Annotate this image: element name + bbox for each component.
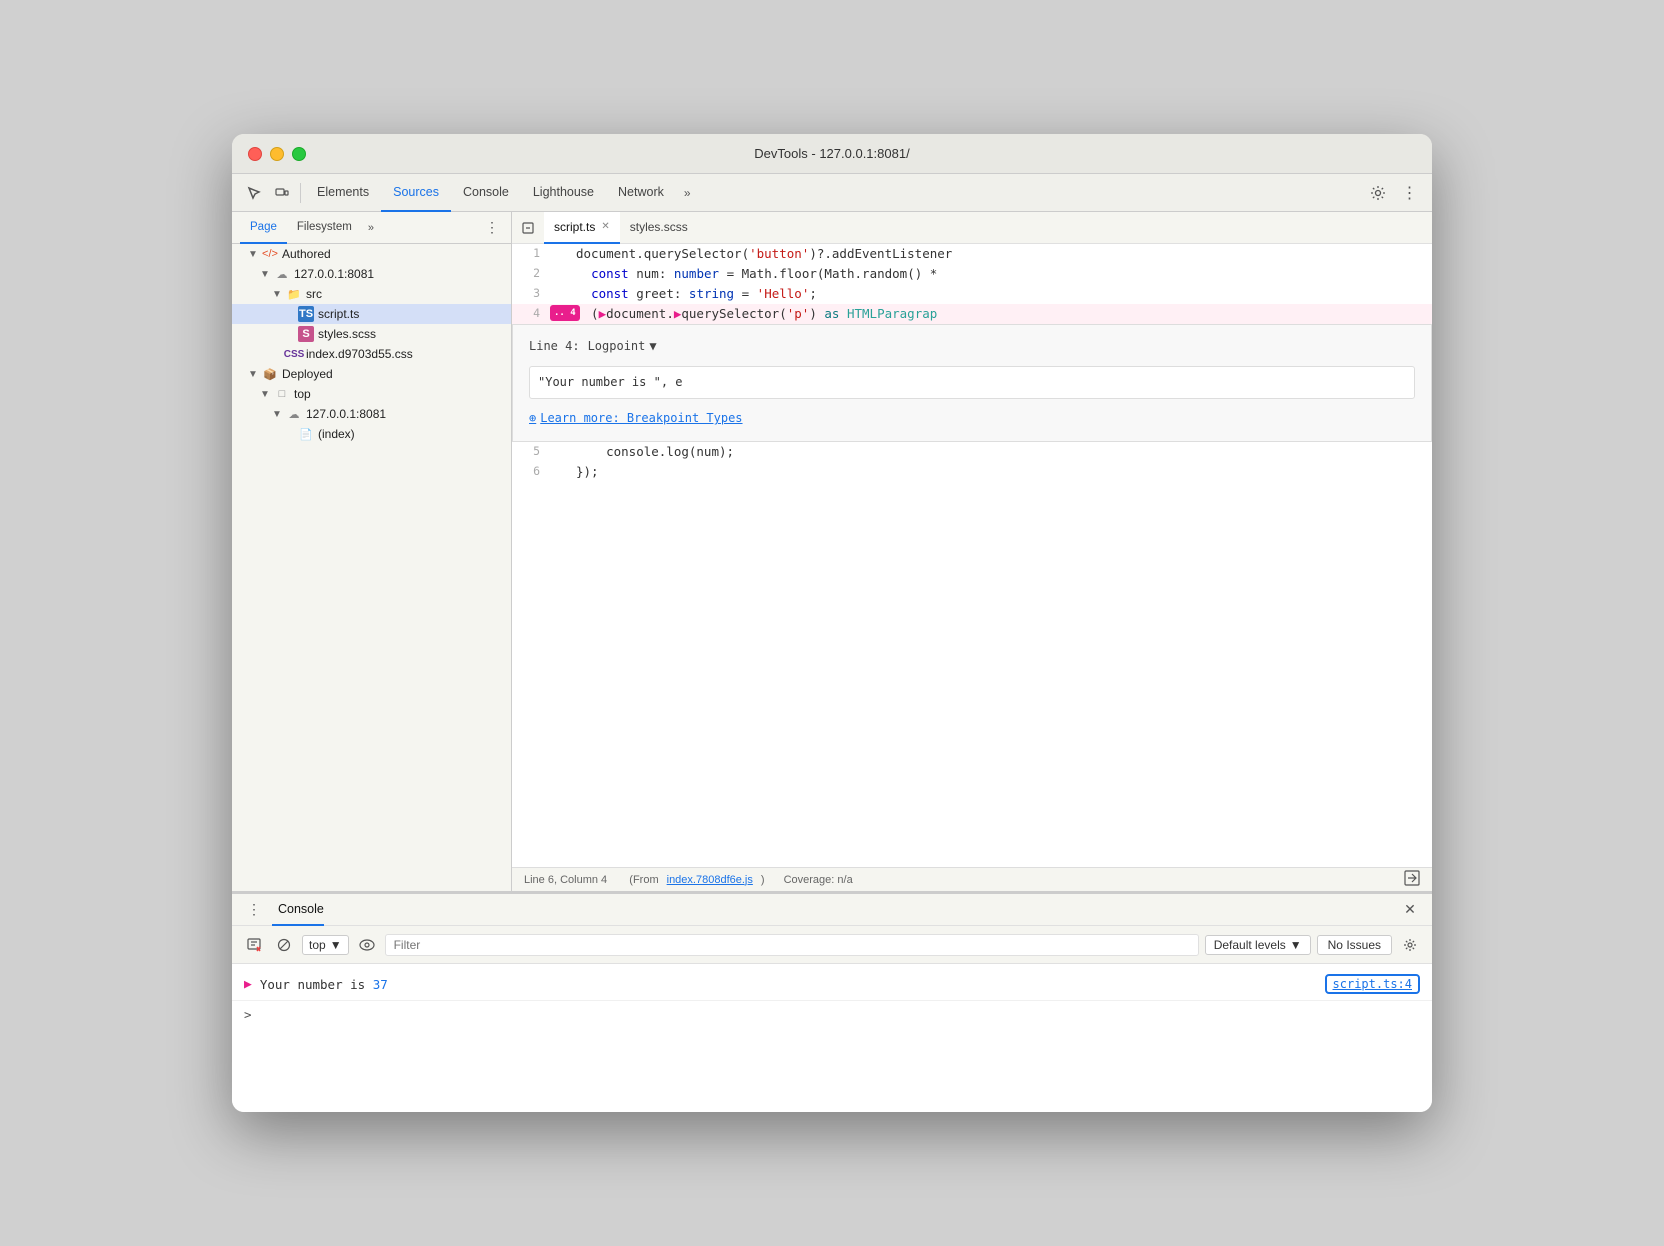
sidebar: Page Filesystem » ⋮ ▼ </> Authored ▼ ☁ <box>232 212 512 891</box>
context-dropdown[interactable]: top ▼ <box>302 935 349 955</box>
code-line-2: 2 const num: number = Math.floor(Math.ra… <box>512 264 1432 284</box>
close-script-ts-tab[interactable]: ✕ <box>601 221 609 232</box>
log-entry-text: Your number is 37 <box>260 977 388 992</box>
source-map-link[interactable]: index.7808df6e.js <box>667 874 753 886</box>
tree-item-host-8081-deployed[interactable]: ▼ ☁ 127.0.0.1:8081 <box>232 404 511 424</box>
code-line-1: 1 document.querySelector('button')?.addE… <box>512 244 1432 264</box>
logpoint-header: Line 4: Logpoint ▼ <box>529 337 1415 356</box>
learn-more-link[interactable]: ⊕ Learn more: Breakpoint Types <box>529 409 1415 428</box>
tree-item-host-8081[interactable]: ▼ ☁ 127.0.0.1:8081 <box>232 264 511 284</box>
top-panel: Page Filesystem » ⋮ ▼ </> Authored ▼ ☁ <box>232 212 1432 892</box>
device-toggle-icon[interactable] <box>268 179 296 207</box>
console-menu-icon[interactable]: ⋮ <box>240 896 268 924</box>
code-area: 1 document.querySelector('button')?.addE… <box>512 244 1432 867</box>
tree-item-index-css[interactable]: ▶ CSS index.d9703d55.css <box>232 344 511 364</box>
tab-lighthouse[interactable]: Lighthouse <box>521 174 606 212</box>
tree-item-src[interactable]: ▼ 📁 src <box>232 284 511 304</box>
devtools-tab-bar: Elements Sources Console Lighthouse Netw… <box>232 174 1432 212</box>
maximize-button[interactable] <box>292 147 306 161</box>
clear-console-button[interactable] <box>242 933 266 957</box>
sidebar-tab-filesystem[interactable]: Filesystem <box>287 212 362 244</box>
tree-item-index[interactable]: ▶ 📄 (index) <box>232 424 511 444</box>
tab-elements[interactable]: Elements <box>305 174 381 212</box>
devtools-right-icons: ⋮ <box>1364 179 1424 207</box>
tree-item-styles-scss[interactable]: ▶ S styles.scss <box>232 324 511 344</box>
code-line-5: 5 console.log(num); <box>512 442 1432 462</box>
devtools-window: DevTools - 127.0.0.1:8081/ Elements Sour… <box>232 134 1432 1112</box>
more-tabs-button[interactable]: » <box>676 174 699 212</box>
log-entry-icon: ▶ <box>244 977 252 992</box>
inspect-element-icon[interactable] <box>240 179 268 207</box>
logpoint-type-dropdown[interactable]: Logpoint ▼ <box>588 337 657 356</box>
sidebar-tabs: Page Filesystem » ⋮ <box>232 212 511 244</box>
code-tab-styles-scss[interactable]: styles.scss <box>620 212 698 244</box>
title-bar: DevTools - 127.0.0.1:8081/ <box>232 134 1432 174</box>
code-line-6: 6 }); <box>512 462 1432 482</box>
block-icon[interactable] <box>272 933 296 957</box>
tree-item-authored[interactable]: ▼ </> Authored <box>232 244 511 264</box>
console-log-entry: ▶ Your number is 37 script.ts:4 <box>232 968 1432 1001</box>
console-panel: ⋮ Console ✕ <box>232 892 1432 1112</box>
console-filter-input[interactable] <box>385 934 1199 956</box>
console-title: Console <box>272 894 324 926</box>
tab-network[interactable]: Network <box>606 174 676 212</box>
default-levels-dropdown[interactable]: Default levels ▼ <box>1205 935 1311 955</box>
traffic-lights <box>248 147 306 161</box>
console-prompt[interactable]: > <box>232 1001 1432 1028</box>
more-options-icon[interactable]: ⋮ <box>1396 179 1424 207</box>
code-panel: script.ts ✕ styles.scss 1 document.query… <box>512 212 1432 891</box>
code-line-3: 3 const greet: string = 'Hello'; <box>512 284 1432 304</box>
logpoint-input[interactable]: "Your number is ", e <box>529 366 1415 399</box>
console-header: ⋮ Console ✕ <box>232 894 1432 926</box>
eye-icon[interactable] <box>355 933 379 957</box>
console-settings-icon[interactable] <box>1398 933 1422 957</box>
tree-item-deployed[interactable]: ▼ 📦 Deployed <box>232 364 511 384</box>
code-panel-back-button[interactable] <box>516 216 540 240</box>
tree-item-top[interactable]: ▼ □ top <box>232 384 511 404</box>
code-tabs: script.ts ✕ styles.scss <box>512 212 1432 244</box>
code-line-4: 4 .. 4 (▶document.▶querySelector('p') as… <box>512 304 1432 324</box>
code-tab-script-ts[interactable]: script.ts ✕ <box>544 212 620 244</box>
tab-console[interactable]: Console <box>451 174 521 212</box>
logpoint-popup: Line 4: Logpoint ▼ "Your number is ", e … <box>512 324 1432 442</box>
window-title: DevTools - 127.0.0.1:8081/ <box>754 146 909 161</box>
console-body: ▶ Your number is 37 script.ts:4 > <box>232 964 1432 1112</box>
sidebar-menu-button[interactable]: ⋮ <box>481 219 503 236</box>
close-button[interactable] <box>248 147 262 161</box>
settings-icon[interactable] <box>1364 179 1392 207</box>
tree-item-script-ts[interactable]: ▶ TS script.ts <box>232 304 511 324</box>
status-bar: Line 6, Column 4 (From index.7808df6e.js… <box>512 867 1432 891</box>
sidebar-more-tabs[interactable]: » <box>362 222 380 234</box>
tab-sources[interactable]: Sources <box>381 174 451 212</box>
tab-separator <box>300 183 301 203</box>
sidebar-tab-page[interactable]: Page <box>240 212 287 244</box>
close-console-icon[interactable]: ✕ <box>1396 896 1424 924</box>
minimize-button[interactable] <box>270 147 284 161</box>
no-issues-button[interactable]: No Issues <box>1317 935 1392 955</box>
main-content: Page Filesystem » ⋮ ▼ </> Authored ▼ ☁ <box>232 212 1432 1112</box>
console-toolbar: top ▼ Default levels ▼ No Issues <box>232 926 1432 964</box>
log-entry-source[interactable]: script.ts:4 <box>1325 974 1420 994</box>
